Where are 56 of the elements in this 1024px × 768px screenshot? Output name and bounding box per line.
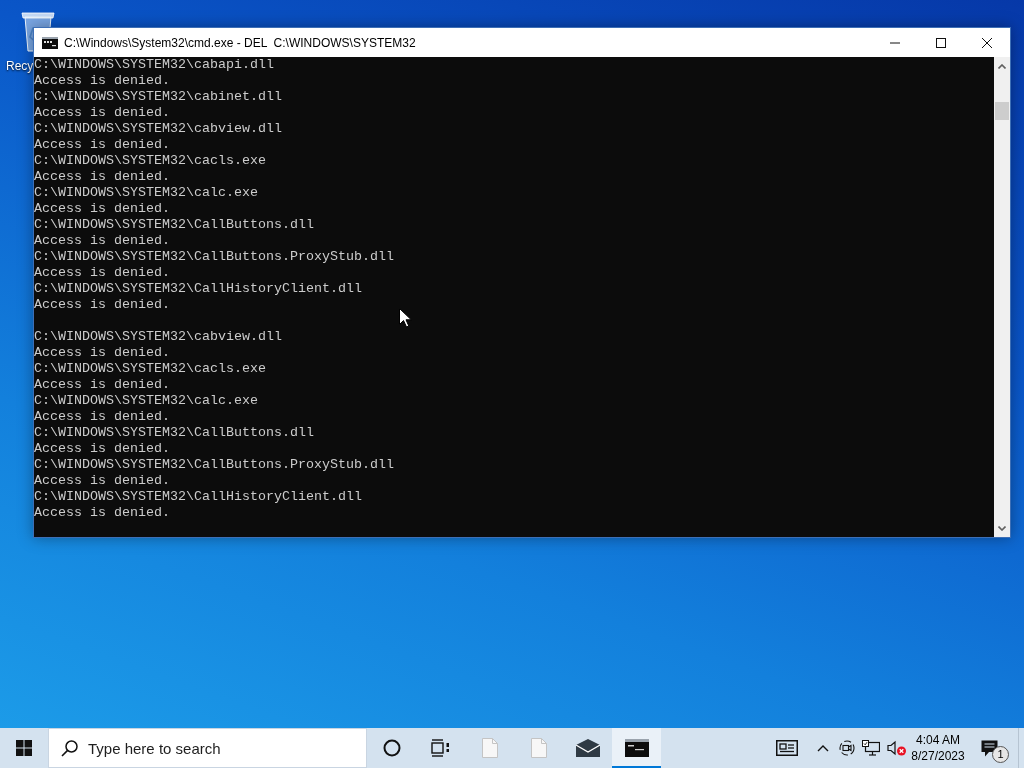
speaker-muted-icon[interactable] [886,740,907,756]
console-app-button[interactable] [612,728,661,768]
console-line: C:\WINDOWS\SYSTEM32\CallButtons.ProxyStub.dll [34,249,394,265]
notification-count: 1 [992,746,1009,763]
console-line: Access is denied. [34,201,170,217]
console-line: Access is denied. [34,441,170,457]
chevron-up-icon[interactable] [817,744,829,752]
terminal-icon [42,36,58,49]
console-line: C:\WINDOWS\SYSTEM32\cacls.exe [34,153,266,169]
clock-date[interactable]: 8/27/2023 [911,748,965,764]
console-line: Access is denied. [34,265,170,281]
scrollbar[interactable] [994,57,1010,537]
console-line: C:\WINDOWS\SYSTEM32\cacls.exe [34,361,266,377]
console-line: C:\WINDOWS\SYSTEM32\cabapi.dll [34,57,274,73]
network-icon[interactable] [862,740,880,756]
console-line: C:\WINDOWS\SYSTEM32\CallHistoryClient.dll [34,281,362,297]
console-line: Access is denied. [34,73,170,89]
search-field[interactable]: Type here to search [88,736,358,760]
envelope-icon[interactable] [575,739,600,757]
scroll-thumb[interactable] [995,102,1009,120]
console-line: Access is denied. [34,233,170,249]
console-line: C:\WINDOWS\SYSTEM32\CallButtons.dll [34,425,314,441]
console-line: Access is denied. [34,377,170,393]
console-line: Access is denied. [34,505,170,521]
newspaper-icon[interactable] [776,740,798,756]
search-box[interactable]: Type here to search [48,728,367,768]
notifications-button[interactable]: 1 [966,728,1018,768]
console-line: Access is denied. [34,169,170,185]
search-icon[interactable] [61,739,78,757]
pointer-icon [399,308,412,328]
scroll-down-icon[interactable] [998,526,1006,531]
console-line: Access is denied. [34,345,170,361]
task-view-icon[interactable] [431,739,450,757]
console-line: C:\WINDOWS\SYSTEM32\calc.exe [34,185,258,201]
console-line: Access is denied. [34,297,170,313]
terminal-icon[interactable] [624,739,649,757]
console-line: C:\WINDOWS\SYSTEM32\cabinet.dll [34,89,282,105]
console-line: Access is denied. [34,409,170,425]
console-line: Access is denied. [34,137,170,153]
desktop-icon-label[interactable]: Recy [6,59,34,73]
console-line: C:\WINDOWS\SYSTEM32\CallHistoryClient.dll [34,489,362,505]
window-title: C:\Windows\System32\cmd.exe - DEL C:\WINDOWS\SYSTEM32 [64,34,416,51]
console-line: Access is denied. [34,473,170,489]
console-line: C:\WINDOWS\SYSTEM32\calc.exe [34,393,258,409]
camera-icon[interactable] [839,740,855,756]
maximize-icon[interactable] [936,37,946,48]
close-icon[interactable] [982,37,992,48]
console-line: C:\WINDOWS\SYSTEM32\CallButtons.ProxyStub.dll [34,457,394,473]
console-line: C:\WINDOWS\SYSTEM32\cabview.dll [34,329,282,345]
clock-time[interactable]: 4:04 AM [916,732,960,748]
console-line: C:\WINDOWS\SYSTEM32\CallButtons.dll [34,217,314,233]
scroll-up-icon[interactable] [998,64,1006,69]
circle-icon[interactable] [382,739,401,757]
window-panes-icon[interactable] [16,740,32,756]
console-line: C:\WINDOWS\SYSTEM32\cabview.dll [34,121,282,137]
console-line: Access is denied. [34,105,170,121]
